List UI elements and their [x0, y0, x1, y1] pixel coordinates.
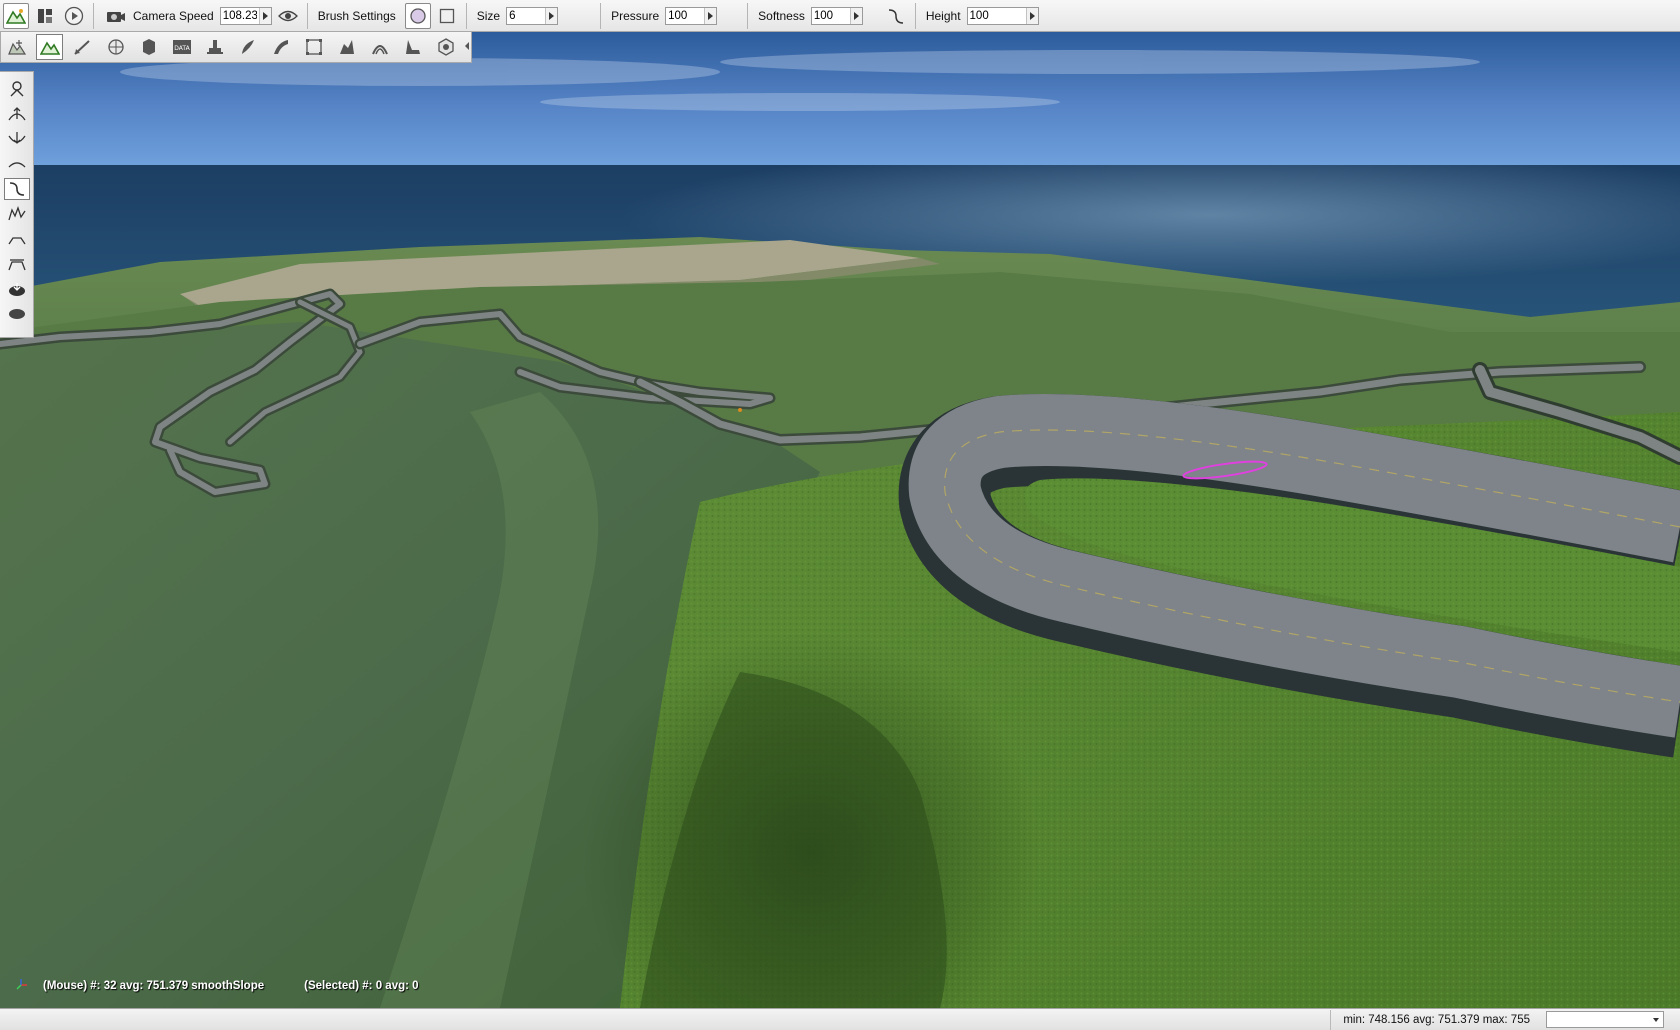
3d-viewport[interactable]: (Mouse) #: 32 avg: 751.379 smoothSlope (…: [0, 32, 1680, 1008]
pressure-label: Pressure: [611, 8, 660, 23]
viewport-stats: (Mouse) #: 32 avg: 751.379 smoothSlope (…: [43, 980, 419, 992]
camera-speed-field[interactable]: [219, 6, 272, 25]
brush-square-icon[interactable]: [434, 3, 460, 29]
camera-speed-label: Camera Speed: [133, 8, 214, 23]
height-field[interactable]: [966, 6, 1039, 25]
softness-arrow[interactable]: [849, 7, 862, 24]
mission-area-icon[interactable]: [102, 34, 129, 60]
svg-text:DATA: DATA: [174, 45, 190, 52]
size-arrow[interactable]: [545, 7, 558, 24]
datablock-editor-icon[interactable]: DATA: [168, 34, 195, 60]
status-selector[interactable]: [1546, 1011, 1664, 1028]
smooth-icon[interactable]: [4, 153, 30, 175]
terrain-painter-icon[interactable]: [69, 34, 96, 60]
height-stats: min: 748.156 avg: 751.379 max: 755: [1330, 1009, 1542, 1030]
toolbar-separator: [93, 2, 94, 29]
terrain-brush-toolbar: [0, 71, 34, 338]
raise-height-icon[interactable]: [4, 103, 30, 125]
softness-field[interactable]: [810, 6, 863, 25]
flatten-icon[interactable]: [4, 228, 30, 250]
navmesh-editor-icon[interactable]: [333, 34, 360, 60]
camera-icon[interactable]: [103, 3, 129, 29]
mouse-stats: (Mouse) #: 32 avg: 751.379 smoothSlope: [43, 980, 265, 992]
softness-input[interactable]: [811, 7, 850, 24]
shape-editor-icon[interactable]: [366, 34, 393, 60]
selected-stats: (Selected) #: 0 avg: 0: [304, 980, 419, 992]
paint-noise-icon[interactable]: [4, 203, 30, 225]
height-label: Height: [925, 8, 961, 23]
terrain-editor-icon[interactable]: [3, 2, 29, 29]
forest-editor-icon[interactable]: [201, 34, 228, 60]
particle-editor-icon[interactable]: [399, 34, 426, 60]
toolbar-separator: [600, 2, 602, 29]
toolbar-separator: [465, 2, 467, 29]
road-editor-icon[interactable]: [267, 34, 294, 60]
mesh-road-editor-icon[interactable]: [300, 34, 327, 60]
size-label: Size: [476, 8, 501, 23]
material-editor-icon[interactable]: [432, 34, 459, 60]
play-icon[interactable]: [61, 3, 87, 29]
window-layout-icon[interactable]: [32, 3, 58, 29]
pressure-field[interactable]: [665, 6, 718, 25]
height-input[interactable]: [967, 7, 1026, 24]
toolbar-separator: [306, 2, 308, 29]
brush-settings-label: Brush Settings: [317, 8, 396, 23]
terrain-editor-icon[interactable]: [36, 34, 63, 60]
object-editor-icon[interactable]: [3, 34, 30, 60]
set-height-icon[interactable]: [4, 253, 30, 275]
clear-terrain-icon[interactable]: [4, 278, 30, 300]
softness-label: Softness: [758, 8, 805, 23]
toolbar-separator: [914, 2, 916, 29]
size-input[interactable]: [507, 7, 546, 24]
grab-terrain-icon[interactable]: [4, 78, 30, 100]
river-editor-icon[interactable]: [234, 34, 261, 60]
lower-height-icon[interactable]: [4, 128, 30, 150]
brush-circle-icon[interactable]: [404, 2, 431, 29]
editor-tools-toolbar: DATA: [0, 32, 472, 63]
main-toolbar: Camera Speed Brush Settings Size Pressur…: [0, 0, 1680, 32]
camera-speed-input[interactable]: [220, 7, 259, 24]
toolbar-separator: [747, 2, 749, 29]
axis-gizmo-icon: [16, 979, 27, 990]
height-arrow[interactable]: [1025, 7, 1038, 24]
camera-speed-arrow[interactable]: [258, 7, 271, 24]
status-bar: min: 748.156 avg: 751.379 max: 755: [0, 1008, 1680, 1030]
pressure-input[interactable]: [666, 7, 705, 24]
restore-terrain-icon[interactable]: [4, 303, 30, 325]
collapse-toolbar-button[interactable]: [463, 36, 470, 56]
terrain-scene[interactable]: [0, 32, 1680, 1008]
decal-editor-icon[interactable]: [135, 34, 162, 60]
visibility-eye-icon[interactable]: [275, 3, 301, 29]
size-field[interactable]: [506, 6, 559, 25]
softness-curve-icon[interactable]: [883, 3, 909, 29]
pressure-arrow[interactable]: [704, 7, 717, 24]
smooth-slope-icon[interactable]: [3, 178, 30, 200]
